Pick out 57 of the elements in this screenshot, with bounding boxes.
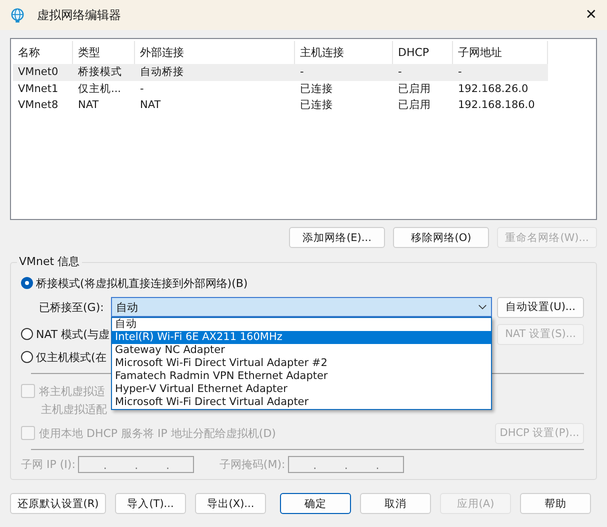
- table-cell-text: VMnet1: [17, 82, 60, 95]
- radio-label: NAT 模式(与虚: [36, 326, 110, 342]
- close-button[interactable]: ✕: [585, 7, 597, 23]
- caret-icon: [478, 304, 487, 310]
- radio-button[interactable]: [21, 328, 33, 340]
- subnet-mask-field[interactable]: . . .: [288, 456, 404, 473]
- dialog-button[interactable]: 还原默认设置(R): [10, 493, 106, 514]
- checkbox-label: 使用本地 DHCP 服务将 IP 地址分配给虚拟机(D): [39, 426, 276, 440]
- adapter-name-text: 主机虚拟适配: [41, 403, 107, 416]
- radio-label: 桥接模式(将虚拟机直接连接到外部网络)(B): [36, 276, 248, 290]
- network-row[interactable]: VMnet8 NAT NAT 已连接 已启用 192.168.186.0: [13, 97, 548, 114]
- radio-label: 仅主机模式(在: [36, 350, 106, 364]
- table-action-button[interactable]: 添加网络(E)...: [289, 227, 385, 248]
- table-cell-text: 192.168.186.0: [457, 99, 536, 112]
- window-title: 虚拟网络编辑器: [37, 6, 122, 24]
- table-cell-text: 已连接: [299, 82, 334, 96]
- dropdown-option[interactable]: Intel(R) Wi-Fi 6E AX211 160MHz: [112, 331, 491, 344]
- table-cell-text: 桥接模式: [77, 65, 123, 80]
- checkbox-label: 将主机虚拟适: [39, 384, 105, 398]
- table-cell-text: 192.168.26.0: [457, 82, 530, 95]
- table-cell-text: 已启用: [397, 98, 432, 112]
- table-cell-text: VMnet8: [17, 99, 60, 112]
- dialog-button[interactable]: 导入(T)...: [115, 493, 186, 514]
- table-cell-text: -: [299, 66, 305, 78]
- auto-settings-button[interactable]: 自动设置(U)...: [497, 296, 584, 318]
- dropdown-option[interactable]: Microsoft Wi-Fi Direct Virtual Adapter #2: [112, 357, 491, 370]
- subnet-ip-field[interactable]: . . .: [78, 456, 194, 473]
- table-action-button[interactable]: 移除网络(O): [393, 227, 489, 248]
- dialog-button[interactable]: 帮助: [520, 493, 591, 514]
- table-cell-text: NAT: [77, 99, 100, 112]
- dialog-button[interactable]: 取消: [360, 493, 431, 514]
- dropdown-option[interactable]: Hyper-V Virtual Ethernet Adapter: [112, 383, 491, 396]
- table-cell-text: 已连接: [299, 98, 334, 112]
- adapter-dropdown[interactable]: 自动: [111, 297, 492, 317]
- dropdown-option[interactable]: Gateway NC Adapter: [112, 344, 491, 357]
- table-cell-text: VMnet0: [17, 66, 60, 78]
- table-cell-text: NAT: [139, 99, 162, 112]
- group-title: VMnet 信息: [17, 254, 82, 269]
- network-row[interactable]: VMnet1 仅主机... - 已连接 已启用 192.168.26.0: [13, 80, 548, 97]
- subnet-mask-label: 子网掩码(M):: [219, 457, 286, 472]
- dropdown-option[interactable]: Microsoft Wi-Fi Direct Virtual Adapter: [112, 396, 491, 409]
- radio-button[interactable]: [21, 351, 33, 363]
- dialog-button[interactable]: 导出(X)...: [195, 493, 266, 514]
- radio-button[interactable]: [21, 277, 33, 289]
- bridged-to-label: 已桥接至(G):: [39, 300, 105, 314]
- globe-icon: [10, 8, 25, 22]
- dropdown-option[interactable]: 自动: [112, 318, 491, 331]
- dropdown-option[interactable]: Famatech Radmin VPN Ethernet Adapter: [112, 370, 491, 383]
- table-cell-text: -: [139, 82, 145, 95]
- table-cell-text: 仅主机...: [77, 82, 122, 96]
- dialog-button[interactable]: 确定: [280, 493, 351, 514]
- table-cell-text: -: [457, 66, 463, 78]
- subnet-ip-label: 子网 IP (I):: [21, 457, 76, 472]
- table-cell-text: -: [397, 66, 403, 78]
- table-cell-text: 自动桥接: [139, 65, 185, 80]
- table-cell-text: 已启用: [397, 82, 432, 96]
- network-row[interactable]: VMnet0 桥接模式 自动桥接 - - -: [13, 64, 548, 80]
